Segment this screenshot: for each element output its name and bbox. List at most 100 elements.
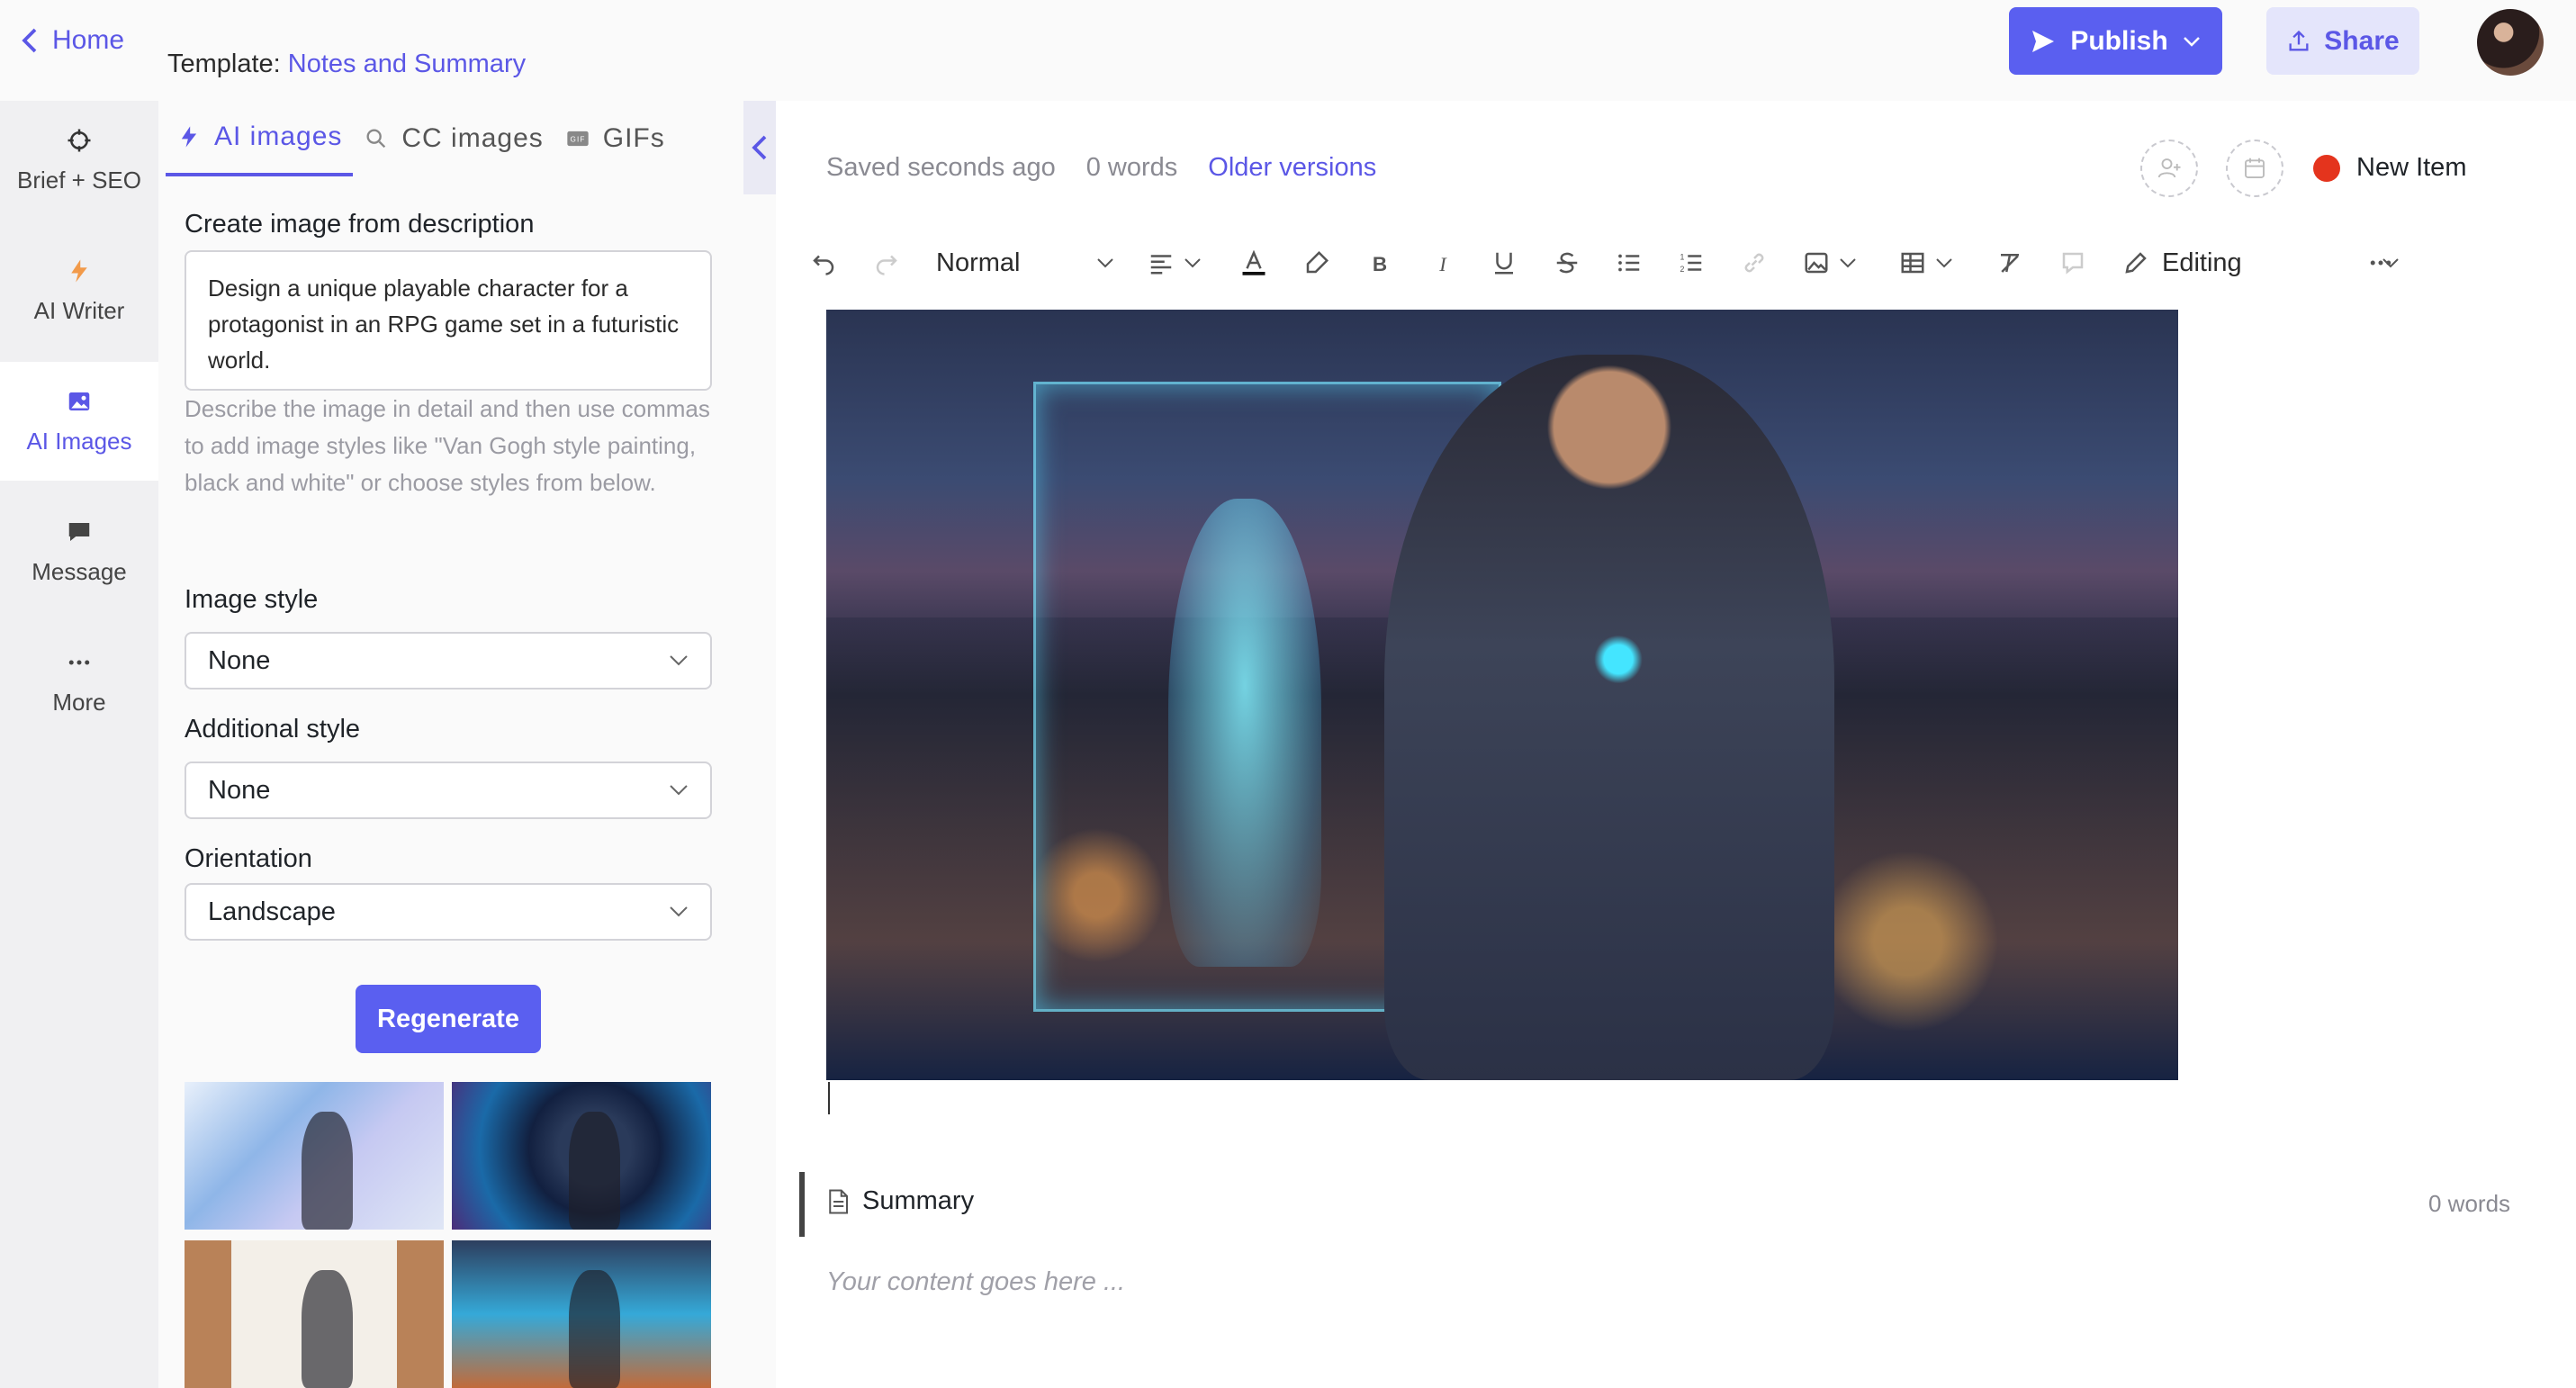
bullet-list-button[interactable] — [1616, 245, 1643, 281]
top-bar: Home Template: Notes and Summary Publish… — [0, 0, 2576, 101]
tab-cc-images[interactable]: CC images — [353, 101, 554, 176]
upload-icon — [2289, 30, 2309, 50]
generated-image-thumbnail[interactable] — [452, 1240, 711, 1388]
insert-table-button[interactable] — [1899, 245, 1955, 281]
insert-image-button[interactable] — [1803, 245, 1859, 281]
inserted-generated-image[interactable] — [826, 310, 2178, 1080]
publish-button[interactable]: Publish — [2009, 7, 2222, 75]
paragraph-style-select[interactable]: Normal — [936, 245, 1116, 281]
redo-icon — [876, 255, 897, 275]
generated-image-thumbnail[interactable] — [185, 1082, 444, 1230]
due-date-button[interactable] — [2226, 140, 2283, 197]
tab-ai-images[interactable]: AI images — [166, 101, 354, 176]
bold-button[interactable]: B — [1366, 245, 1393, 281]
publish-label: Publish — [2070, 25, 2168, 56]
tab-gifs[interactable]: GIF GIFs — [554, 101, 676, 176]
highlighter-icon — [1306, 250, 1329, 274]
regenerate-button[interactable]: Regenerate — [356, 985, 541, 1053]
template-prefix: Template: — [167, 50, 281, 78]
align-left-icon — [1150, 255, 1172, 275]
generated-image-thumbnail[interactable] — [452, 1082, 711, 1230]
image-style-select[interactable]: None — [185, 632, 712, 689]
chat-icon — [68, 522, 90, 541]
numbered-list-button[interactable]: 12 — [1678, 245, 1705, 281]
editing-mode-value: Editing — [2162, 248, 2242, 277]
summary-title: Summary — [862, 1186, 975, 1215]
share-label: Share — [2324, 25, 2400, 56]
description-textarea[interactable]: Design a unique playable character for a… — [185, 250, 712, 391]
orientation-select[interactable]: Landscape — [185, 883, 712, 941]
template-name-link[interactable]: Notes and Summary — [288, 50, 526, 78]
search-icon — [366, 129, 386, 149]
chevron-down-icon — [1097, 258, 1113, 268]
chevron-down-icon — [670, 785, 688, 796]
gif-icon: GIF — [567, 131, 589, 147]
strikethrough-button[interactable] — [1554, 245, 1581, 281]
rail-item-message[interactable]: Message — [0, 492, 158, 611]
rail-label: AI Images — [26, 427, 132, 455]
table-icon — [1901, 252, 1924, 274]
svg-text:2: 2 — [1680, 265, 1685, 274]
older-versions-link[interactable]: Older versions — [1208, 153, 1376, 183]
calendar-icon — [2245, 158, 2265, 178]
panel-tabs: AI images CC images GIF GIFs — [158, 101, 776, 176]
additional-style-select[interactable]: None — [185, 762, 712, 819]
summary-accent-bar — [799, 1172, 805, 1237]
home-link[interactable]: Home — [20, 25, 124, 56]
generated-image-thumbnail[interactable] — [185, 1240, 444, 1388]
rail-label: Message — [32, 557, 127, 585]
strikethrough-icon — [1556, 252, 1578, 274]
saved-status: Saved seconds ago — [826, 153, 1056, 182]
chevron-down-icon — [1936, 258, 1952, 268]
text-cursor — [828, 1082, 830, 1114]
redo-button[interactable] — [873, 245, 900, 281]
text-color-button[interactable] — [1240, 245, 1267, 281]
summary-word-count: 0 words — [2428, 1190, 2511, 1217]
summary-section-header[interactable]: Summary — [826, 1186, 974, 1216]
rail-item-more[interactable]: More — [0, 623, 158, 742]
word-count: 0 words — [1085, 153, 1178, 182]
crosshair-icon — [68, 129, 91, 151]
chevron-down-icon — [670, 655, 688, 666]
comment-button[interactable] — [2059, 245, 2086, 281]
comment-icon — [2062, 252, 2084, 275]
rail-item-brief-seo[interactable]: Brief + SEO — [0, 101, 158, 220]
clear-format-button[interactable] — [1996, 245, 2023, 281]
assign-user-button[interactable] — [2140, 140, 2198, 197]
side-rail: Brief + SEO AI Writer AI Images Message … — [0, 101, 158, 1388]
editor-toolbar: Normal B I 12 Editing — [810, 236, 2412, 290]
more-options-button[interactable] — [2367, 245, 2394, 281]
bullet-list-icon — [1618, 254, 1640, 272]
chevron-left-icon — [22, 28, 37, 53]
chevron-down-icon — [1840, 258, 1856, 268]
rail-item-ai-images[interactable]: AI Images — [0, 362, 158, 481]
avatar[interactable] — [2477, 9, 2544, 76]
status-new-item[interactable]: New Item — [2313, 153, 2466, 183]
tab-label: AI images — [214, 122, 343, 151]
rail-item-ai-writer[interactable]: AI Writer — [0, 231, 158, 350]
collapse-panel-button[interactable] — [743, 101, 776, 194]
orientation-label: Orientation — [185, 844, 312, 873]
italic-icon: I — [1438, 253, 1447, 275]
chevron-down-icon — [2183, 36, 2200, 47]
chevron-down-icon — [670, 906, 688, 917]
italic-button[interactable]: I — [1429, 245, 1456, 281]
chevron-left-icon — [752, 135, 767, 160]
link-button[interactable] — [1741, 245, 1768, 281]
undo-icon — [813, 255, 834, 275]
link-icon — [1744, 253, 1764, 273]
bolt-icon — [181, 126, 197, 148]
select-value: None — [208, 645, 271, 675]
image-icon — [68, 392, 90, 410]
svg-text:I: I — [1438, 253, 1447, 275]
align-button[interactable] — [1148, 245, 1203, 281]
clear-format-icon — [2001, 254, 2019, 273]
pencil-icon — [2125, 252, 2147, 274]
content-placeholder[interactable]: Your content goes here ... — [826, 1267, 1125, 1297]
underline-button[interactable] — [1491, 245, 1518, 281]
description-label: Create image from description — [185, 210, 535, 239]
undo-button[interactable] — [810, 245, 837, 281]
editing-mode-select[interactable]: Editing — [2122, 245, 2401, 281]
highlight-button[interactable] — [1303, 245, 1330, 281]
share-button[interactable]: Share — [2266, 7, 2419, 75]
